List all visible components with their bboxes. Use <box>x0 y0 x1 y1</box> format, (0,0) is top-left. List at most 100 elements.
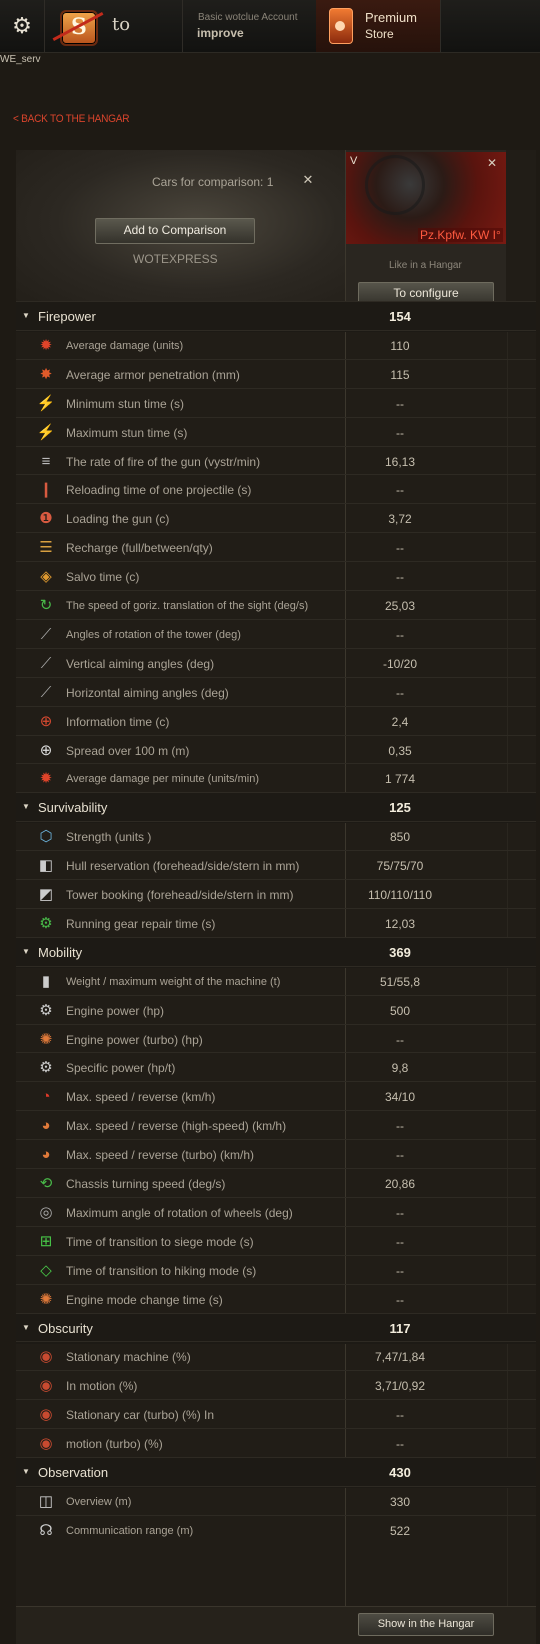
chevron-down-icon[interactable]: ▼ <box>22 1323 30 1332</box>
remove-tank-close-icon[interactable]: ✕ <box>487 156 497 170</box>
table-row: ⊞ Time of transition to siege mode (s) -- <box>16 1225 536 1257</box>
premium-store-button[interactable]: Premium Store <box>316 0 441 52</box>
hull-armor-icon: ◧ <box>38 857 54 875</box>
speedometer-icon: ◔ <box>41 1088 51 1106</box>
back-to-hangar-link[interactable]: < BACK TO THE HANGAR <box>13 113 130 125</box>
table-row: ◧ Hull reservation (forehead/side/stern i… <box>16 850 536 881</box>
section-score: 117 <box>389 1320 411 1336</box>
row-value: -10/20 <box>382 656 418 671</box>
table-row: ⟋ Horizontal aiming angles (deg) -- <box>16 676 536 708</box>
row-label: Weight / maximum weight of the machine (… <box>66 975 281 988</box>
row-label: Specific power (hp/t) <box>66 1061 176 1076</box>
chevron-down-icon[interactable]: ▼ <box>22 947 30 956</box>
gear-icon[interactable]: ⚙ <box>0 0 45 52</box>
row-value: 110 <box>390 338 410 353</box>
row-label: Overview (m) <box>66 1495 132 1508</box>
view-range-icon: ◫ <box>38 1492 54 1510</box>
logo-text: to <box>112 14 131 35</box>
row-value: -- <box>396 627 404 642</box>
burst-icon: ✹ <box>39 336 53 354</box>
row-label: Max. speed / reverse (km/h) <box>66 1090 216 1105</box>
section-observation[interactable]: ▼ Observation 430 <box>16 1457 536 1488</box>
add-to-comparison-button[interactable]: Add to Comparison <box>95 218 255 244</box>
section-obscurity[interactable]: ▼ Obscurity 117 <box>16 1312 536 1344</box>
section-score: 154 <box>389 309 411 324</box>
row-value: 12,03 <box>384 916 416 931</box>
table-row: ◉ Stationary car (turbo) (%) In -- <box>16 1399 536 1430</box>
row-label: Reloading time of one projectile (s) <box>66 483 252 498</box>
table-row: ◇ Time of transition to hiking mode (s) -- <box>16 1254 536 1286</box>
table-row: ⬡ Strength (units ) 850 <box>16 821 536 852</box>
row-label: Tower booking (forehead/side/stern in mm… <box>66 888 294 902</box>
chevron-down-icon[interactable]: ▼ <box>22 1467 30 1476</box>
shell-reload-icon: ❶ <box>39 510 53 528</box>
tank-config-subtitle: Like in a Hangar <box>389 260 462 271</box>
row-value: -- <box>396 541 404 556</box>
row-value: 7,47/1,84 <box>374 1350 426 1365</box>
table-row: ⚙ Running gear repair time (s) 12,03 <box>16 907 536 939</box>
row-value: -- <box>396 1205 404 1220</box>
row-label: Engine mode change time (s) <box>66 1292 223 1307</box>
row-label: Max. speed / reverse (turbo) (km/h) <box>66 1148 255 1163</box>
row-label: Average damage per minute (units/min) <box>66 773 260 786</box>
row-label: Engine power (hp) <box>66 1003 165 1018</box>
penetration-icon: ✸ <box>39 365 53 383</box>
row-value: -- <box>396 396 404 411</box>
row-label: Maximum angle of rotation of wheels (deg… <box>66 1205 293 1220</box>
show-in-hangar-button[interactable]: Show in the Hangar <box>358 1613 494 1636</box>
salvo-icon: ◈ <box>40 568 52 586</box>
row-value: 115 <box>390 367 410 382</box>
row-label: Loading the gun (c) <box>66 512 170 527</box>
account-improve-link[interactable]: improve <box>197 26 244 40</box>
row-value: -- <box>396 483 404 498</box>
table-row: ❙ Reloading time of one projectile (s) -- <box>16 474 536 505</box>
camo-turbo-moving-icon: ◉ <box>39 1435 53 1453</box>
row-value: -- <box>396 570 404 585</box>
row-value: -- <box>396 1292 404 1307</box>
store-label: Store <box>365 27 394 41</box>
row-value: -- <box>396 1408 404 1423</box>
stun-icon: ⚡ <box>36 423 56 441</box>
section-firepower[interactable]: ▼ Firepower 154 <box>16 301 536 332</box>
weight-icon: ▮ <box>41 972 51 990</box>
high-speed-icon: ◕ <box>41 1117 51 1135</box>
row-value: 9,8 <box>391 1061 409 1076</box>
shells-icon: ❙ <box>39 481 53 499</box>
chevron-down-icon[interactable]: ▼ <box>22 311 30 320</box>
radio-icon: ☊ <box>39 1521 53 1539</box>
row-value: 850 <box>389 830 411 845</box>
section-name: Mobility <box>38 944 83 960</box>
nation-emblem-icon <box>365 155 425 215</box>
row-label: Strength (units ) <box>66 830 152 845</box>
row-label: In motion (%) <box>66 1379 138 1394</box>
table-row: ⟲ Chassis turning speed (deg/s) 20,86 <box>16 1168 536 1199</box>
section-score: 430 <box>389 1465 411 1480</box>
row-value: -- <box>396 1263 404 1278</box>
section-name: Firepower <box>38 309 96 324</box>
stun-icon: ⚡ <box>36 394 56 412</box>
row-value: 1 774 <box>384 772 416 787</box>
section-name: Observation <box>38 1465 109 1480</box>
row-value: 110/110/110 <box>367 888 433 902</box>
clear-comparison-close-icon[interactable]: ✕ <box>300 172 316 188</box>
row-label: Communication range (m) <box>66 1524 194 1537</box>
table-row: ▮ Weight / maximum weight of the machine … <box>16 965 536 997</box>
chevron-down-icon[interactable]: ▼ <box>22 802 30 811</box>
turbo-engine-icon: ✺ <box>39 1030 53 1048</box>
logo-badge: S <box>60 10 98 46</box>
row-label: The speed of goriz. translation of the s… <box>66 600 309 612</box>
table-row: ✺ Engine power (turbo) (hp) -- <box>16 1023 536 1055</box>
section-mobility[interactable]: ▼ Mobility 369 <box>16 936 536 968</box>
section-score: 369 <box>389 944 411 960</box>
section-survivability[interactable]: ▼ Survivability 125 <box>16 792 536 824</box>
table-row: ≡ The rate of fire of the gun (vystr/min)… <box>16 445 536 477</box>
table-row: ◕ Max. speed / reverse (turbo) (km/h) -- <box>16 1139 536 1170</box>
table-row: ◕ Max. speed / reverse (high-speed) (km/h… <box>16 1110 536 1141</box>
table-row: ◎ Maximum angle of rotation of wheels (de… <box>16 1196 536 1228</box>
server-label: WE_serv <box>0 54 41 65</box>
row-label: Information time (c) <box>66 714 170 729</box>
account-status[interactable]: Basic wotclue Account improve <box>182 0 317 52</box>
crosshair-icon: ⊕ <box>39 741 53 759</box>
row-value: 500 <box>389 1003 411 1018</box>
logo[interactable]: S to <box>44 0 183 52</box>
